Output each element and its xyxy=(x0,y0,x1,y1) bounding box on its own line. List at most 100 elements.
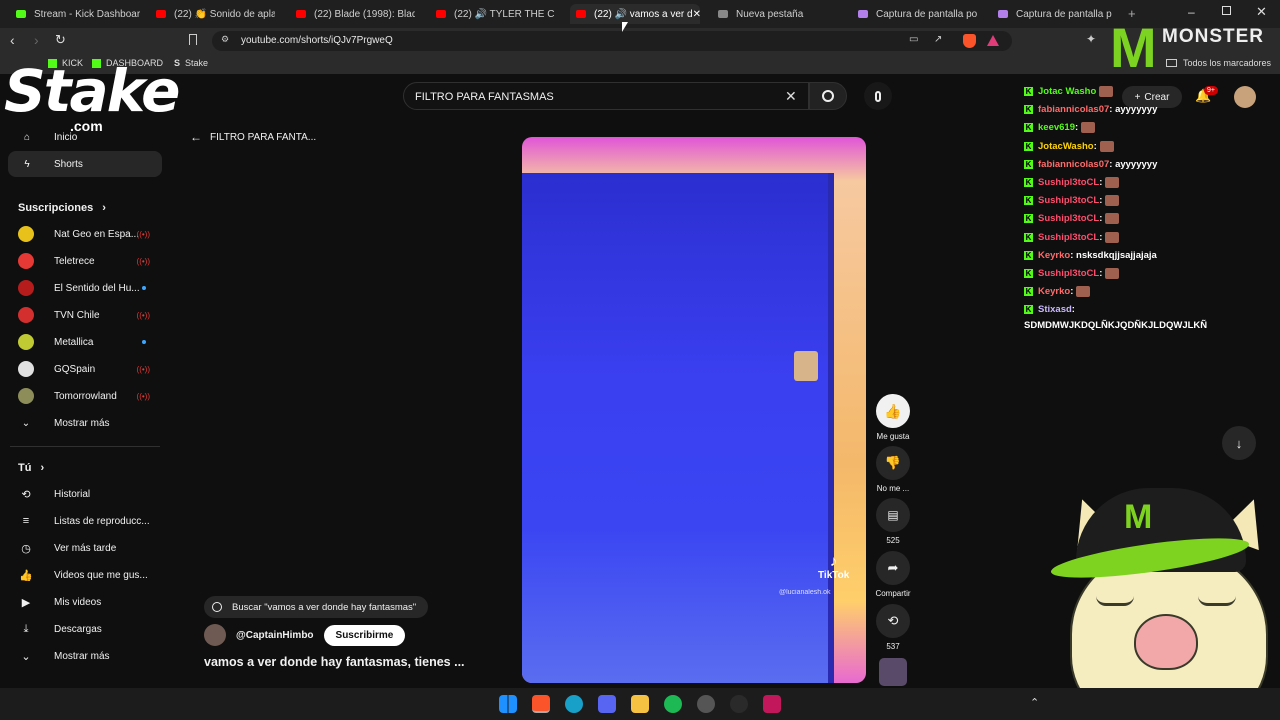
maximize-icon[interactable] xyxy=(1222,6,1231,15)
subscription-item[interactable]: GQSpain ((•)) xyxy=(18,358,158,380)
subscription-label: GQSpain xyxy=(54,363,96,375)
shorts-back-header[interactable]: ← FILTRO PARA FANTA... xyxy=(190,130,316,144)
channel-avatar[interactable] xyxy=(204,624,226,646)
like-button[interactable]: 👍 Me gusta xyxy=(873,394,913,441)
channel-row: @CaptainHimbo Suscribirme xyxy=(204,624,406,646)
kick-badge-icon: K xyxy=(1024,196,1033,206)
bookmark-stake[interactable]: S Stake xyxy=(174,58,208,68)
share-button[interactable]: ➦ Compartir xyxy=(873,551,913,598)
extensions-icon[interactable]: ✦ xyxy=(1086,32,1096,46)
channel-name[interactable]: @CaptainHimbo xyxy=(236,630,314,641)
monster-logo: M MONSTER xyxy=(1104,16,1280,86)
clock-icon: ◷ xyxy=(21,542,31,555)
tray-chevron-icon[interactable]: ⌃ xyxy=(1030,696,1039,709)
edge-icon[interactable] xyxy=(565,695,583,713)
you-item[interactable]: ⌄ Mostrar más xyxy=(18,645,158,667)
short-video-player[interactable]: ♪ TikTok @lucianalesh.ok xyxy=(522,137,866,683)
brave-rewards-icon[interactable] xyxy=(987,35,999,46)
tiktok-icon: ♪ xyxy=(829,553,838,570)
you-item[interactable]: ▶ Mis videos xyxy=(18,591,158,613)
you-item[interactable]: ◷ Ver más tarde xyxy=(18,537,158,559)
tab-title: Nueva pestaña xyxy=(736,8,804,20)
search-button[interactable] xyxy=(809,82,847,110)
subscription-item[interactable]: Tomorrowland ((•)) xyxy=(18,385,158,407)
avatar[interactable] xyxy=(1234,86,1256,108)
chat-text: : xyxy=(1071,304,1075,316)
chat-text: : nsksdkqjjsajjajaja xyxy=(1070,249,1157,261)
browser-tab[interactable]: Captura de pantalla por l xyxy=(992,4,1112,24)
you-item-label: Descargas xyxy=(54,623,102,635)
chat-username: Sushipl3toCL xyxy=(1038,231,1100,243)
app-icon[interactable] xyxy=(697,695,715,713)
subscribe-button[interactable]: Suscribirme xyxy=(323,624,406,646)
bookmark-icon[interactable] xyxy=(189,34,197,45)
clear-search-icon[interactable]: ✕ xyxy=(785,88,797,105)
subscriptions-label: Suscripciones xyxy=(18,202,94,214)
tab-title: (22) 🔊 TYLER THE CREAT xyxy=(454,8,555,20)
subscription-item[interactable]: Nat Geo en Espa... ((•)) xyxy=(18,223,158,245)
cap-monster-icon: M xyxy=(1124,498,1153,536)
you-item[interactable]: 👍 Videos que me gus... xyxy=(18,564,158,586)
chat-message: K JotacWasho: xyxy=(1024,140,1114,152)
comments-button[interactable]: ▤ 525 xyxy=(873,498,913,545)
you-item-label: Listas de reproducc... xyxy=(54,515,150,527)
browser-tab[interactable]: (22) 🔊 vamos a ver d ✕ xyxy=(570,4,700,24)
chat-message: K Jotac Washo xyxy=(1024,86,1114,97)
show-more-subscriptions[interactable]: ⌄ Mostrar más xyxy=(18,412,158,434)
you-item-label: Mostrar más xyxy=(54,650,110,662)
remix-button[interactable]: ⟲ 537 xyxy=(873,604,913,651)
kick-badge-icon: K xyxy=(1024,141,1033,151)
subscription-item[interactable]: Teletrece ((•)) xyxy=(18,250,158,272)
sound-thumbnail[interactable] xyxy=(879,658,907,686)
you-item[interactable]: ≡ Listas de reproducc... xyxy=(18,510,158,532)
obs-icon[interactable] xyxy=(730,695,748,713)
bookmarks-bar: KICK DASHBOARD S Stake Todos los marcado… xyxy=(0,54,1280,74)
browser-tab[interactable]: (22) 🔊 TYLER THE CREAT xyxy=(430,4,555,24)
share-icon[interactable]: ↗ xyxy=(934,34,942,45)
mouse-cursor xyxy=(622,22,628,32)
cat-nose xyxy=(1134,614,1198,670)
thumbs-down-icon: 👎 xyxy=(876,446,910,480)
you-header[interactable]: Tú › xyxy=(18,462,44,474)
address-bar[interactable]: ⚙ youtube.com/shorts/iQJv7PrgweQ ▭ ↗ xyxy=(212,31,1012,51)
reload-icon[interactable]: ↻ xyxy=(55,32,66,48)
search-box[interactable]: FILTRO PARA FANTASMAS ✕ xyxy=(403,82,809,110)
subscriptions-header[interactable]: Suscripciones › xyxy=(18,202,106,214)
tab-favicon-icon xyxy=(16,10,26,18)
subscription-item[interactable]: TVN Chile ((•)) xyxy=(18,304,158,326)
browser-tab[interactable]: (22) 👏 Sonido de aplaus xyxy=(150,4,275,24)
search-input[interactable]: FILTRO PARA FANTASMAS xyxy=(415,91,554,103)
subscription-label: El Sentido del Hu... xyxy=(54,282,140,294)
related-search-chip[interactable]: Buscar "vamos a ver donde hay fantasmas" xyxy=(204,596,429,618)
chat-text: : xyxy=(1093,140,1097,152)
site-info-icon[interactable]: ⚙ xyxy=(221,34,229,45)
subscription-item[interactable]: El Sentido del Hu... xyxy=(18,277,158,299)
forward-icon[interactable]: › xyxy=(34,32,39,48)
voice-search-button[interactable] xyxy=(864,82,892,110)
browser-tab[interactable]: (22) Blade (1998): Blade's xyxy=(290,4,415,24)
discord-icon[interactable] xyxy=(598,695,616,713)
emote-icon xyxy=(1076,286,1091,298)
browser-tab[interactable]: Captura de pantalla por l xyxy=(852,4,977,24)
app-icon[interactable] xyxy=(763,695,781,713)
subscription-item[interactable]: Metallica xyxy=(18,331,158,353)
windows-start-icon[interactable] xyxy=(499,695,517,713)
brave-shield-icon[interactable] xyxy=(963,34,976,48)
dislike-button[interactable]: 👎 No me ... xyxy=(873,446,913,493)
you-item[interactable]: ⤓ Descargas xyxy=(18,618,158,640)
tab-favicon-icon xyxy=(998,10,1008,18)
short-title[interactable]: vamos a ver donde hay fantasmas, tienes … xyxy=(204,655,465,669)
spotify-icon[interactable] xyxy=(664,695,682,713)
browser-tab[interactable]: Stream - Kick Dashboard xyxy=(10,4,140,24)
kick-badge-icon: K xyxy=(1024,105,1033,115)
scroll-down-button[interactable]: ↓ xyxy=(1222,426,1256,460)
brave-browser-icon[interactable] xyxy=(532,695,550,713)
you-item[interactable]: ⟲ Historial xyxy=(18,483,158,505)
cast-icon[interactable]: ▭ xyxy=(909,34,918,45)
file-explorer-icon[interactable] xyxy=(631,695,649,713)
emote-icon xyxy=(1099,140,1114,152)
browser-tab[interactable]: Nueva pestaña xyxy=(712,4,837,24)
close-tab-icon[interactable]: ✕ xyxy=(693,9,700,20)
back-icon[interactable]: ‹ xyxy=(10,32,15,48)
sidebar-item-shorts[interactable]: ϟ Shorts xyxy=(8,151,162,177)
